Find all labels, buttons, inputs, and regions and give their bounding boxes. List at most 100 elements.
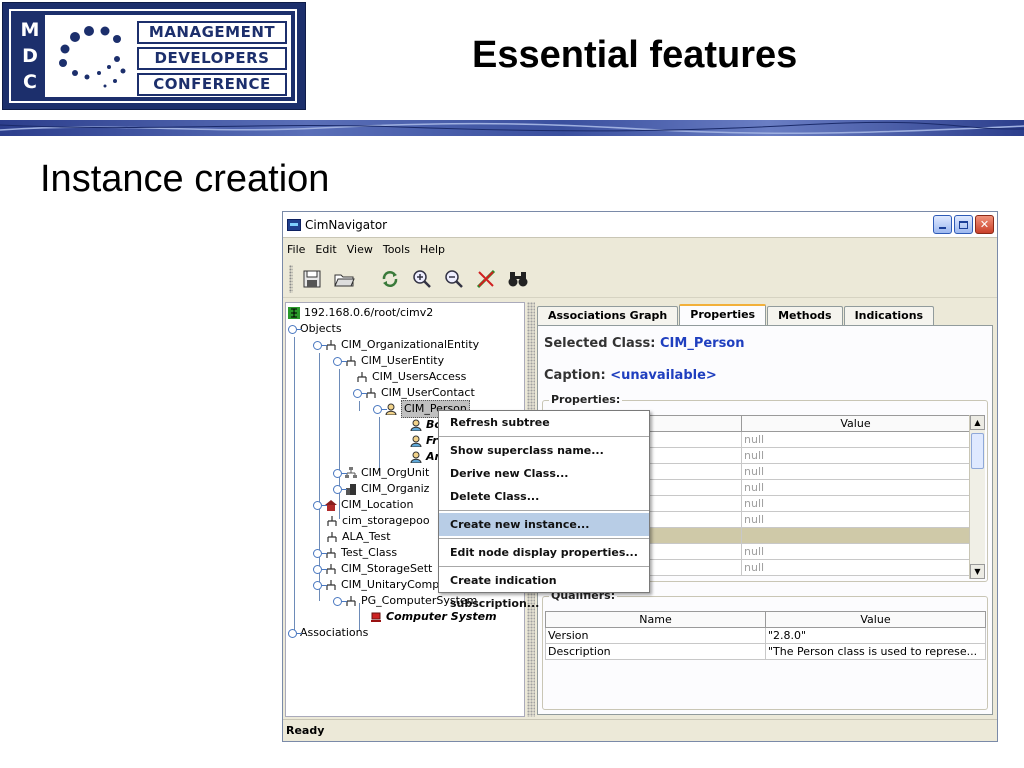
- class-icon: [327, 532, 337, 542]
- zoom-out-icon: [445, 269, 463, 288]
- menu-item-show-superclass[interactable]: Show superclass name...: [439, 439, 649, 462]
- tree-root-label: 192.168.0.6/root/cimv2: [304, 306, 434, 319]
- maximize-button[interactable]: [954, 215, 973, 234]
- expand-handle-icon[interactable]: [313, 340, 327, 350]
- properties-scrollbar[interactable]: ▲ ▼: [969, 415, 985, 579]
- expand-handle-icon[interactable]: [313, 500, 327, 510]
- tree-node-test-class[interactable]: Test_Class: [313, 545, 397, 561]
- expand-handle-icon[interactable]: [373, 404, 387, 414]
- tree-instance-2[interactable]: Fr: [410, 433, 438, 449]
- save-button[interactable]: [299, 266, 325, 292]
- qualifiers-table[interactable]: Name Value Version "2.8.0" Description "Th…: [545, 611, 986, 660]
- scroll-down-icon[interactable]: ▼: [970, 564, 985, 579]
- toolbar-grip[interactable]: [289, 264, 293, 293]
- tab-associations-graph[interactable]: Associations Graph: [537, 306, 679, 326]
- table-row[interactable]: Version "2.8.0": [545, 627, 986, 644]
- tree-node-organizationalentity[interactable]: CIM_OrganizationalEntity: [313, 337, 479, 353]
- mdc-logo: M D C MANAGEMENT DEVELOPERS CONFERENCE: [2, 2, 306, 110]
- tree-node-associations[interactable]: Associations: [288, 625, 368, 641]
- column-header-value[interactable]: Value: [741, 415, 970, 432]
- menu-view[interactable]: View: [347, 243, 373, 256]
- tree-node-storagesetting[interactable]: CIM_StorageSett: [313, 561, 432, 577]
- tree-node-location[interactable]: CIM_Location: [313, 497, 413, 513]
- refresh-icon: [382, 270, 398, 287]
- class-caption: Caption: <unavailable>: [544, 368, 717, 383]
- expand-handle-icon[interactable]: [353, 388, 367, 398]
- tree-node-storagepool[interactable]: cim_storagepoo: [326, 513, 430, 529]
- toolbar: [283, 260, 997, 298]
- open-folder-icon: [334, 274, 355, 286]
- logo-wordmark: MANAGEMENT DEVELOPERS CONFERENCE: [137, 21, 287, 96]
- expand-handle-icon[interactable]: [313, 548, 327, 558]
- person-instance-icon: [410, 435, 422, 447]
- menu-item-refresh-subtree[interactable]: Refresh subtree: [439, 411, 649, 434]
- menu-item-edit-display-properties[interactable]: Edit node display properties...: [439, 541, 649, 564]
- zoom-out-button[interactable]: [441, 266, 467, 292]
- scroll-thumb[interactable]: [971, 433, 984, 469]
- tree-node-ala-test[interactable]: ALA_Test: [326, 529, 391, 545]
- expand-handle-icon[interactable]: [333, 468, 347, 478]
- tree-instance-3[interactable]: Ar: [410, 449, 440, 465]
- slide-subtitle: Instance creation: [40, 158, 330, 200]
- minimize-icon: [939, 226, 946, 229]
- expand-handle-icon[interactable]: [313, 580, 327, 590]
- status-bar: Ready: [283, 719, 997, 741]
- maximize-icon: [959, 220, 968, 229]
- menubar: File Edit View Tools Help: [283, 238, 997, 260]
- person-instance-icon: [410, 419, 422, 431]
- selected-class-value: CIM_Person: [660, 336, 745, 351]
- expand-handle-icon[interactable]: [288, 324, 302, 334]
- logo-letters: M D C: [15, 15, 45, 97]
- close-button[interactable]: ✕: [975, 215, 994, 234]
- minimize-button[interactable]: [933, 215, 952, 234]
- caption-value: <unavailable>: [610, 368, 717, 383]
- menu-separator: [439, 436, 649, 437]
- menu-item-derive-class[interactable]: Derive new Class...: [439, 462, 649, 485]
- scroll-up-icon[interactable]: ▲: [970, 415, 985, 430]
- column-header-name[interactable]: Name: [545, 611, 766, 628]
- tree-node-usercontact[interactable]: CIM_UserContact: [353, 385, 475, 401]
- expand-handle-icon[interactable]: [313, 564, 327, 574]
- find-button[interactable]: [505, 266, 531, 292]
- menu-edit[interactable]: Edit: [315, 243, 336, 256]
- refresh-button[interactable]: [377, 266, 403, 292]
- menu-help[interactable]: Help: [420, 243, 445, 256]
- window-titlebar[interactable]: CimNavigator ✕: [283, 212, 997, 238]
- expand-handle-icon[interactable]: [333, 484, 347, 494]
- disconnect-icon: [476, 269, 496, 288]
- menu-item-create-indication-subscription[interactable]: Create indication subscription...: [439, 569, 649, 610]
- menu-file[interactable]: File: [287, 243, 305, 256]
- person-instance-icon: [410, 451, 422, 463]
- binoculars-icon: [508, 271, 528, 286]
- menu-tools[interactable]: Tools: [383, 243, 410, 256]
- qualifiers-group: Qualifiers: Name Value Version "2.8.0" De…: [542, 589, 988, 710]
- tree-root[interactable]: 192.168.0.6/root/cimv2: [288, 305, 433, 321]
- menu-separator: [439, 538, 649, 539]
- tree-node-usersaccess[interactable]: CIM_UsersAccess: [356, 369, 466, 385]
- menu-item-create-instance[interactable]: Create new instance...: [439, 513, 649, 536]
- slide: M D C MANAGEMENT DEVELOPERS CONFERENCE E…: [0, 0, 1024, 768]
- table-row[interactable]: Description "The Person class is used to …: [545, 643, 986, 660]
- slide-title: Essential features: [472, 34, 798, 76]
- expand-handle-icon[interactable]: [288, 628, 302, 638]
- zoom-in-button[interactable]: [409, 266, 435, 292]
- expand-handle-icon[interactable]: [333, 596, 347, 606]
- logo-dots-icon: [59, 26, 126, 88]
- tree-node-userentity[interactable]: CIM_UserEntity: [333, 353, 444, 369]
- namespace-icon: [288, 307, 300, 319]
- disconnect-button[interactable]: [473, 266, 499, 292]
- column-header-value[interactable]: Value: [765, 611, 986, 628]
- tab-indications[interactable]: Indications: [843, 306, 935, 326]
- tab-methods[interactable]: Methods: [767, 306, 843, 326]
- expand-handle-icon[interactable]: [333, 356, 347, 366]
- class-icon: [357, 372, 367, 382]
- tab-properties[interactable]: Properties: [679, 304, 767, 326]
- close-icon: ✕: [979, 218, 990, 231]
- save-icon: [303, 270, 321, 287]
- menu-item-delete-class[interactable]: Delete Class...: [439, 485, 649, 508]
- tree-node-organization[interactable]: CIM_Organiz: [333, 481, 429, 497]
- context-menu: Refresh subtree Show superclass name... …: [438, 410, 650, 610]
- tree-node-orgunit[interactable]: CIM_OrgUnit: [333, 465, 429, 481]
- open-button[interactable]: [331, 266, 357, 292]
- tree-node-objects[interactable]: Objects: [288, 321, 342, 337]
